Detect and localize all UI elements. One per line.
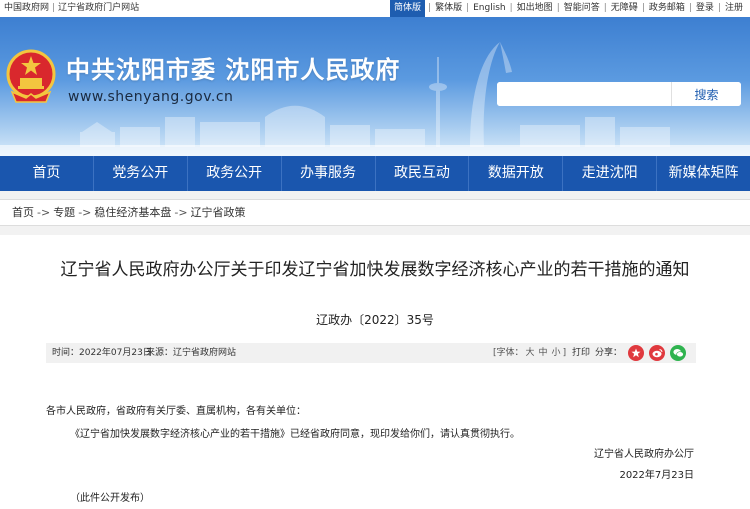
article-body: 《辽宁省加快发展数字经济核心产业的若干措施》已经省政府同意，现印发给你们，请认真… [70,429,520,440]
separator: | [641,3,645,13]
article: 辽宁省人民政府办公厅关于印发辽宁省加快发展数字经济核心产业的若干措施的通知 辽政… [0,235,750,509]
separator: | [52,3,56,13]
separator: | [688,3,692,13]
font-size-medium[interactable]: 中 [539,348,548,358]
font-size-label: [字体： [493,348,524,358]
search-box: 搜索 [497,82,741,106]
link-english[interactable]: English [472,0,507,17]
nav-interaction[interactable]: 政民互动 [376,156,470,191]
breadcrumb-topics[interactable]: 专题 [53,206,75,219]
breadcrumb-home[interactable]: 首页 [12,206,34,219]
breadcrumb-liaoning-policy[interactable]: 辽宁省政策 [191,206,246,219]
header-banner: 中共沈阳市委 沈阳市人民政府 www.shenyang.gov.cn 搜索 [0,17,750,156]
separator: | [428,3,432,13]
link-map[interactable]: 如出地图 [516,0,554,17]
font-size-large[interactable]: 大 [526,348,535,358]
link-simplified[interactable]: 简体版 [390,0,426,17]
site-title[interactable]: 中共沈阳市委 沈阳市人民政府 [66,50,400,85]
breadcrumb-separator: -> [37,206,51,219]
breadcrumb-economy[interactable]: 稳住经济基本盘 [94,206,171,219]
separator: | [466,3,470,13]
top-left-links: 中国政府网 | 辽宁省政府门户网站 [4,0,139,17]
link-login[interactable]: 登录 [695,0,715,17]
share-icons [628,345,686,361]
separator: | [556,3,560,13]
breadcrumb-separator: -> [78,206,92,219]
nav-services[interactable]: 办事服务 [282,156,376,191]
party-icon[interactable] [628,345,644,361]
search-input[interactable] [497,82,671,106]
link-liaoning-gov[interactable]: 辽宁省政府门户网站 [58,3,139,13]
separator: | [603,3,607,13]
breadcrumb-separator: -> [174,206,188,219]
nav-party-affairs[interactable]: 党务公开 [94,156,188,191]
national-emblem-icon [6,49,56,103]
site-url: www.shenyang.gov.cn [68,89,234,105]
top-right-links: 简体版 | 繁体版 | English | 如出地图 | 智能问答 | 无障碍 … [390,0,744,17]
link-accessibility[interactable]: 无障碍 [610,0,639,17]
font-size-end: ] [562,348,567,358]
top-utility-bar: 中国政府网 | 辽宁省政府门户网站 简体版 | 繁体版 | English | 如出… [0,0,750,17]
breadcrumb: 首页 -> 专题 -> 稳住经济基本盘 -> 辽宁省政策 [0,199,750,226]
signature-date: 2022年7月23日 [619,470,694,481]
font-size-small[interactable]: 小 [552,348,561,358]
link-china-gov[interactable]: 中国政府网 [4,3,49,13]
publish-time: 时间：2022年07月23日 [52,348,152,358]
article-meta-bar: 时间：2022年07月23日 来源：辽宁省政府网站 [字体：大中小] 打印 分享… [46,343,696,363]
search-button[interactable]: 搜索 [671,82,741,106]
wechat-icon[interactable] [670,345,686,361]
article-title: 辽宁省人民政府办公厅关于印发辽宁省加快发展数字经济核心产业的若干措施的通知 [60,260,690,280]
nav-open-data[interactable]: 数据开放 [469,156,564,191]
link-qa[interactable]: 智能问答 [563,0,601,17]
weibo-icon[interactable] [649,345,665,361]
article-source: 来源：辽宁省政府网站 [146,348,237,358]
document-number: 辽政办〔2022〕35号 [316,313,434,327]
link-traditional[interactable]: 繁体版 [434,0,463,17]
link-mail[interactable]: 政务邮箱 [648,0,686,17]
nav-about-shenyang[interactable]: 走进沈阳 [563,156,658,191]
signature-issuer: 辽宁省人民政府办公厅 [594,449,694,460]
print-button[interactable]: 打印 [572,343,590,363]
link-register[interactable]: 注册 [724,0,744,17]
separator: | [509,3,513,13]
font-size-switcher: [字体：大中小] [493,343,566,363]
share-label: 分享： [595,348,623,358]
nav-new-media[interactable]: 新媒体矩阵 [657,156,750,191]
nav-government-affairs[interactable]: 政务公开 [188,156,282,191]
publication-note: （此件公开发布） [70,493,150,504]
main-nav: 首页 党务公开 政务公开 办事服务 政民互动 数据开放 走进沈阳 新媒体矩阵 [0,156,750,191]
breadcrumb-area: 首页 -> 专题 -> 稳住经济基本盘 -> 辽宁省政策 [0,191,750,235]
separator: | [717,3,721,13]
nav-home[interactable]: 首页 [0,156,94,191]
addressee-line: 各市人民政府，省政府有关厅委、直属机构，各有关单位： [46,406,306,417]
